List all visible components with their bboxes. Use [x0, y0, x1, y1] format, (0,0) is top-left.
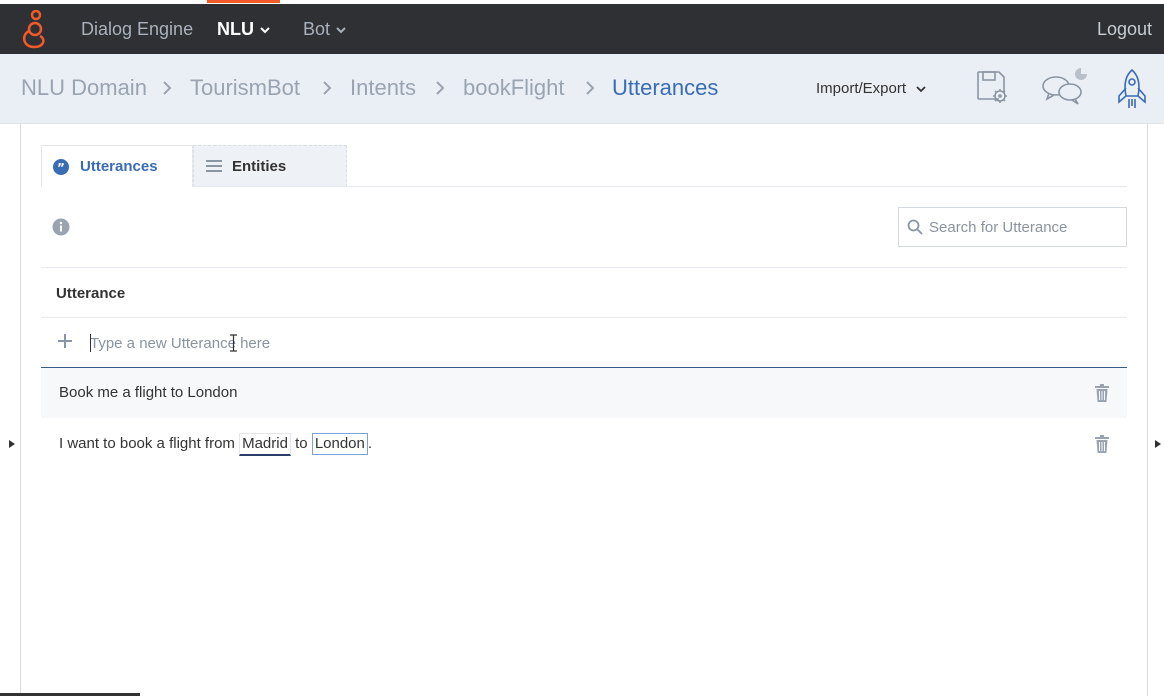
entity-tag-destination[interactable]: London [311, 433, 368, 455]
utterance-text-part: I want to book a flight from [59, 435, 240, 452]
nav-dialog-engine[interactable]: Dialog Engine [81, 4, 193, 54]
info-icon[interactable] [52, 218, 70, 236]
header-divider [41, 317, 1127, 318]
import-export-label: Import/Export [816, 80, 907, 97]
utterance-text[interactable]: Book me a flight to London [59, 368, 237, 418]
new-utterance-input[interactable] [90, 330, 1120, 356]
panel-right-border [1147, 124, 1148, 696]
import-export-dropdown[interactable]: Import/Export [816, 54, 926, 124]
text-caret [90, 334, 91, 352]
entity-tag-origin[interactable]: Madrid [239, 433, 291, 456]
search-icon [907, 219, 923, 235]
trash-icon[interactable] [1095, 435, 1109, 453]
quote-icon: ” [53, 159, 69, 175]
logout-link[interactable]: Logout [1097, 4, 1152, 54]
nav-bot-label: Bot [303, 19, 331, 39]
nav-nlu-label: NLU [217, 19, 254, 39]
trash-icon[interactable] [1095, 384, 1109, 402]
chevron-down-icon [260, 27, 270, 34]
rocket-icon[interactable] [1115, 68, 1149, 110]
search-input[interactable] [929, 208, 1119, 246]
breadcrumb-separator-icon [436, 81, 445, 95]
svg-text:”: ” [57, 161, 65, 175]
table-top-divider [41, 267, 1127, 268]
add-plus-icon[interactable] [57, 333, 73, 349]
breadcrumb-utterances: Utterances [612, 75, 719, 100]
utterance-text-part: . [367, 435, 373, 452]
tab-entities[interactable]: Entities [193, 145, 347, 187]
nav-bot[interactable]: Bot [303, 4, 346, 54]
table-row[interactable]: I want to book a flight from Madrid to L… [41, 419, 1127, 469]
search-utterance-box[interactable] [898, 207, 1127, 247]
table-row[interactable]: Book me a flight to London [41, 368, 1127, 418]
chevron-down-icon [336, 27, 346, 34]
breadcrumb-tourismbot[interactable]: TourismBot [190, 54, 300, 124]
nav-nlu[interactable]: NLU [207, 0, 280, 54]
genesys-logo-icon[interactable] [20, 9, 48, 51]
expand-right-arrow-icon[interactable] [1155, 440, 1161, 448]
column-header-utterance: Utterance [56, 285, 126, 302]
tab-divider [193, 186, 1127, 187]
save-settings-icon[interactable] [975, 68, 1011, 106]
breadcrumb-separator-icon [323, 81, 332, 95]
text-cursor-icon [230, 334, 237, 352]
breadcrumb-separator-icon [163, 81, 172, 95]
breadcrumb-bar: NLU Domain TourismBot Intents bookFlight… [0, 54, 1164, 124]
list-icon [206, 160, 222, 172]
breadcrumb-separator-icon [586, 81, 595, 95]
utterance-text[interactable]: I want to book a flight from Madrid to L… [59, 419, 372, 469]
breadcrumb-nlu-domain[interactable]: NLU Domain [21, 54, 147, 124]
chevron-down-icon [916, 85, 926, 92]
tab-entities-label: Entities [232, 158, 287, 175]
breadcrumb-bookflight[interactable]: bookFlight [463, 54, 565, 124]
tab-utterances[interactable]: ” Utterances [41, 145, 193, 187]
breadcrumb-intents[interactable]: Intents [350, 54, 416, 124]
utterance-text-part: to [290, 435, 312, 452]
panel-left-border [20, 124, 21, 696]
tab-utterances-label: Utterances [80, 158, 158, 175]
top-navbar: Dialog Engine NLU Bot Logout [0, 0, 1164, 54]
chat-bubbles-icon[interactable] [1041, 68, 1091, 106]
expand-left-arrow-icon[interactable] [9, 440, 15, 448]
